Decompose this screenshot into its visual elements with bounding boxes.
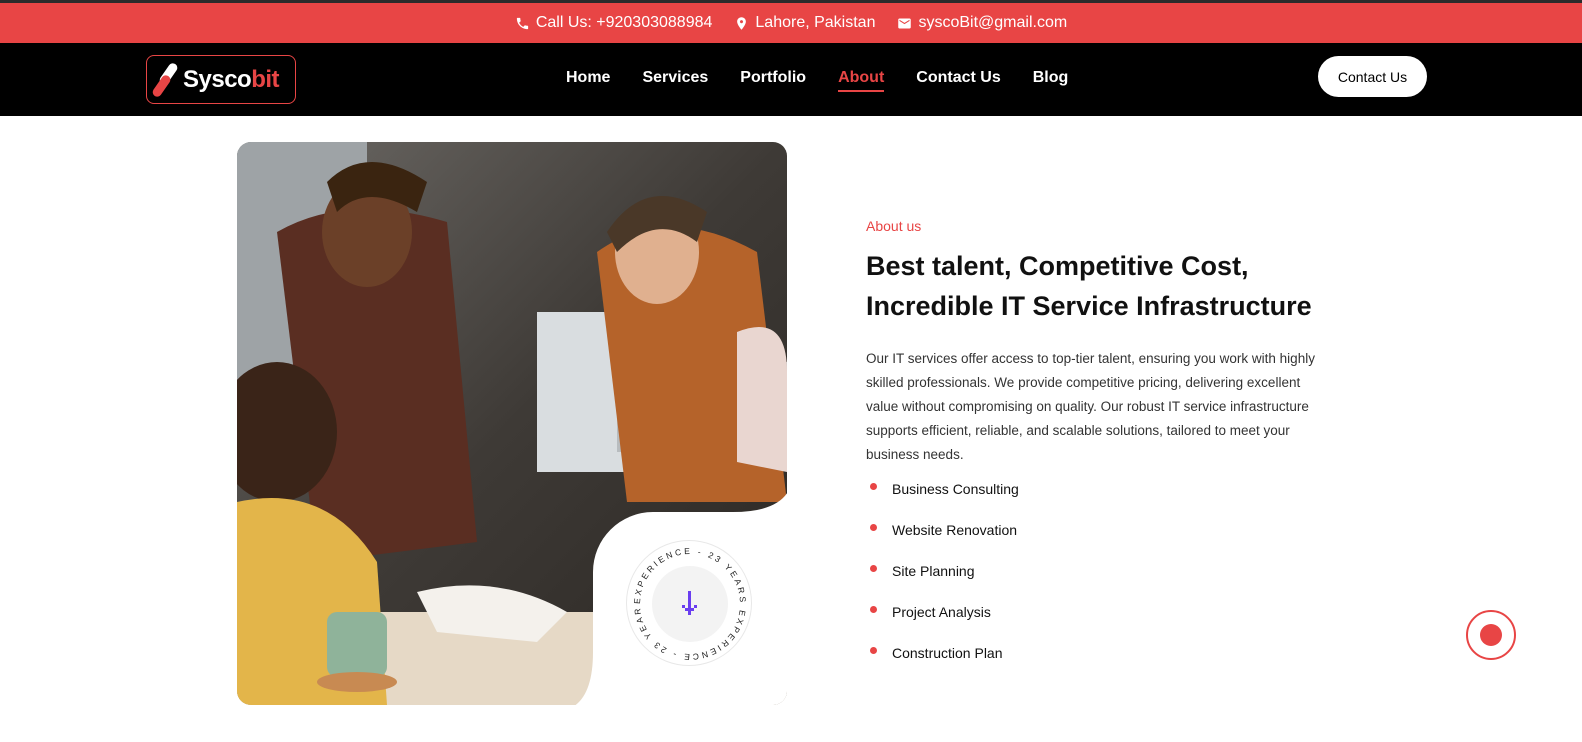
list-item: Business Consulting	[866, 481, 1019, 522]
phone-text: Call Us: +920303088984	[535, 14, 713, 31]
nav-item-services[interactable]: Services	[642, 69, 708, 92]
experience-badge[interactable]: EXPERIENCE - 23 YEARS EXPERIENCE - 23 YE…	[623, 533, 752, 666]
bullet-dot-icon	[870, 647, 877, 654]
list-item: Website Renovation	[866, 522, 1019, 563]
location-contact: Lahore, Pakistan	[734, 14, 875, 32]
mail-icon	[898, 18, 912, 28]
primary-menu: Home Services Portfolio About Contact Us…	[566, 69, 1068, 92]
heading-line-1: Best talent, Competitive Cost,	[866, 251, 1249, 281]
section-description: Our IT services offer access to top-tier…	[866, 351, 1315, 462]
floating-action-button[interactable]	[1466, 610, 1516, 660]
bullet-dot-icon	[870, 483, 877, 490]
email-text: syscoBit@gmail.com	[918, 14, 1068, 31]
list-item: Site Planning	[866, 563, 1019, 604]
location-text: Lahore, Pakistan	[755, 14, 876, 31]
list-item: Project Analysis	[866, 604, 1019, 645]
phone-icon	[516, 17, 528, 29]
bullet-dot-icon	[870, 565, 877, 572]
phone-contact[interactable]: Call Us: +920303088984	[515, 14, 713, 32]
feature-list: Business Consulting Website Renovation S…	[866, 481, 1019, 686]
email-contact[interactable]: syscoBit@gmail.com	[897, 14, 1067, 32]
list-item: Construction Plan	[866, 645, 1019, 686]
experience-ring: EXPERIENCE - 23 YEARS EXPERIENCE - 23 YE…	[623, 533, 746, 662]
main-navbar: Syscobit Home Services Portfolio About C…	[0, 43, 1582, 116]
site-logo[interactable]: Syscobit	[146, 55, 296, 104]
cutout-corner	[575, 652, 593, 705]
nav-item-home[interactable]: Home	[566, 69, 610, 92]
heading-line-2: Incredible IT Service Infrastructure	[866, 291, 1312, 321]
logo-mark-icon	[150, 61, 180, 98]
nav-item-portfolio[interactable]: Portfolio	[740, 69, 806, 92]
section-heading: Best talent, Competitive Cost, Incredibl…	[866, 246, 1346, 326]
nav-item-contact-us[interactable]: Contact Us	[916, 69, 1000, 92]
cutout-corner	[733, 493, 787, 512]
nav-item-about[interactable]: About	[838, 69, 885, 92]
top-contact-bar: Call Us: +920303088984 Lahore, Pakistan …	[0, 0, 1582, 43]
nav-item-blog[interactable]: Blog	[1033, 69, 1069, 92]
contact-us-button[interactable]: Contact Us	[1318, 56, 1427, 97]
section-eyebrow: About us	[866, 218, 922, 234]
logo-text: Syscobit	[183, 65, 280, 93]
bullet-dot-icon	[870, 606, 877, 613]
record-dot-icon	[1480, 624, 1502, 646]
bullet-dot-icon	[870, 524, 877, 531]
map-pin-icon	[737, 16, 747, 30]
